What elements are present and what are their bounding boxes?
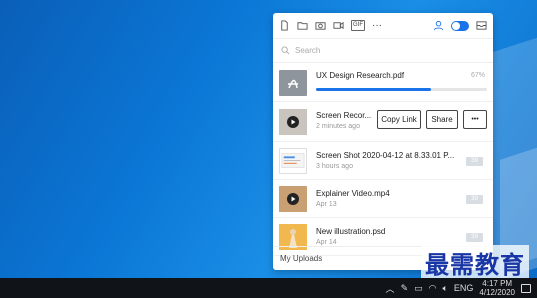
list-item[interactable]: Screen Shot 2020-04-12 at 8.33.01 P... 3… xyxy=(273,142,493,180)
folder-icon[interactable] xyxy=(297,20,308,31)
uploads-panel: GIF ··· Search UX Design Research.pdf 67… xyxy=(273,13,493,270)
pdf-icon xyxy=(288,79,298,89)
progress-fill xyxy=(316,88,431,91)
list-item[interactable]: Screen Recor... 2 minutes ago Copy Link … xyxy=(273,102,493,142)
item-subtitle: Apr 13 xyxy=(316,201,337,208)
list-item[interactable]: UX Design Research.pdf 67% xyxy=(273,64,493,102)
share-button[interactable]: Share xyxy=(426,110,458,129)
taskbar: ︿ ✎ ▭ ◠ 🔈︎ ENG 4:17 PM 4/12/2020 xyxy=(0,278,537,298)
notification-icon[interactable] xyxy=(521,283,531,293)
video-icon[interactable] xyxy=(333,20,344,31)
pdf-thumbnail xyxy=(279,70,307,96)
gif-icon[interactable]: GIF xyxy=(351,20,365,31)
chevron-up-icon[interactable]: ︿ xyxy=(386,282,395,295)
progress-percent: 67% xyxy=(470,72,485,79)
more-options-button[interactable]: ••• xyxy=(463,110,487,129)
more-icon[interactable]: ··· xyxy=(372,20,382,30)
item-title: New illustration.psd xyxy=(316,227,386,236)
view-count-badge: 39 xyxy=(466,195,483,204)
system-tray: ︿ ✎ ▭ ◠ 🔈︎ ENG 4:17 PM 4/12/2020 xyxy=(386,278,531,298)
file-icon[interactable] xyxy=(279,20,290,31)
footer-label: My Uploads xyxy=(280,254,323,263)
item-subtitle: Apr 14 xyxy=(316,239,337,246)
watermark-logo: 最需教育 xyxy=(421,245,529,280)
image-thumbnail xyxy=(279,148,307,174)
record-toggle[interactable] xyxy=(451,20,469,31)
video-thumbnail xyxy=(279,186,307,212)
language-indicator[interactable]: ENG xyxy=(454,283,474,293)
item-title: Screen Recor... xyxy=(316,111,372,120)
wifi-icon[interactable]: ◠ xyxy=(429,283,437,294)
pen-icon[interactable]: ✎ xyxy=(401,283,409,294)
item-subtitle: 3 hours ago xyxy=(316,163,353,170)
search-input[interactable]: Search xyxy=(295,46,320,55)
camera-icon[interactable] xyxy=(315,20,326,31)
item-subtitle: 2 minutes ago xyxy=(316,123,360,130)
clock[interactable]: 4:17 PM 4/12/2020 xyxy=(479,279,515,297)
clock-date: 4/12/2020 xyxy=(479,288,515,297)
clock-time: 4:17 PM xyxy=(482,279,513,288)
toolbar: GIF ··· xyxy=(273,13,493,39)
user-icon[interactable] xyxy=(433,20,444,31)
battery-icon[interactable]: ▭ xyxy=(414,283,423,294)
list-item[interactable]: Explainer Video.mp4 Apr 13 39 xyxy=(273,180,493,218)
search-icon xyxy=(281,46,290,55)
search-bar[interactable]: Search xyxy=(273,39,493,63)
item-title: Explainer Video.mp4 xyxy=(316,189,390,198)
inbox-icon[interactable] xyxy=(476,20,487,31)
video-thumbnail xyxy=(279,109,307,135)
play-icon xyxy=(279,186,307,212)
screenshot-preview-icon xyxy=(281,153,305,168)
progress-bar xyxy=(316,88,487,91)
view-count-badge: 39 xyxy=(466,157,483,166)
volume-icon[interactable]: 🔈︎ xyxy=(442,283,447,294)
copy-link-button[interactable]: Copy Link xyxy=(377,110,421,129)
view-count-badge: 39 xyxy=(466,233,483,242)
play-icon xyxy=(279,109,307,135)
item-title: Screen Shot 2020-04-12 at 8.33.01 P... xyxy=(316,151,455,160)
item-title: UX Design Research.pdf xyxy=(316,71,405,80)
